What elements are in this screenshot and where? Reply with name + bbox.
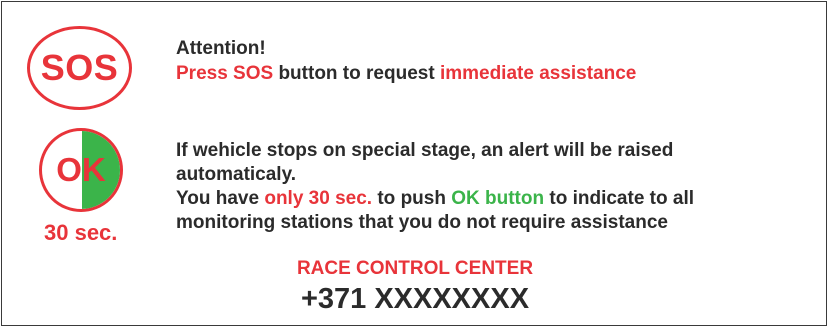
- ok-message-text-a: You have: [176, 188, 265, 209]
- ok-badge-icon: OK: [39, 128, 123, 212]
- ok-message-line-2: automaticaly.: [176, 164, 297, 185]
- ok-message-text-b: to push: [372, 188, 452, 209]
- sos-instruction-text: button to request: [273, 63, 440, 84]
- ok-badge-label: OK: [56, 151, 106, 188]
- ok-message-line-3: You have only 30 sec. to push OK button …: [176, 187, 694, 210]
- race-control-phone: +371 XXXXXXXX: [300, 283, 530, 315]
- ok-timer-label: 30 sec.: [44, 220, 118, 245]
- sos-instruction: Press SOS button to request immediate as…: [176, 62, 636, 85]
- sos-instruction-highlight: Press SOS: [176, 63, 274, 84]
- race-control-title: RACE CONTROL CENTER: [296, 258, 534, 279]
- ok-message-line-1: If wehicle stops on special stage, an al…: [176, 140, 674, 161]
- ok-message-button-highlight: OK button: [451, 188, 545, 209]
- ok-message-line-4: monitoring stations that you do not requ…: [176, 212, 668, 233]
- sos-badge-label: SOS: [40, 47, 119, 88]
- sos-heading: Attention!: [176, 38, 266, 59]
- sos-badge-icon: SOS: [27, 26, 132, 110]
- sos-instruction-emphasis: immediate assistance: [439, 63, 637, 84]
- ok-message-time-highlight: only 30 sec.: [264, 188, 373, 209]
- ok-message-text-c: to indicate to all: [544, 188, 694, 209]
